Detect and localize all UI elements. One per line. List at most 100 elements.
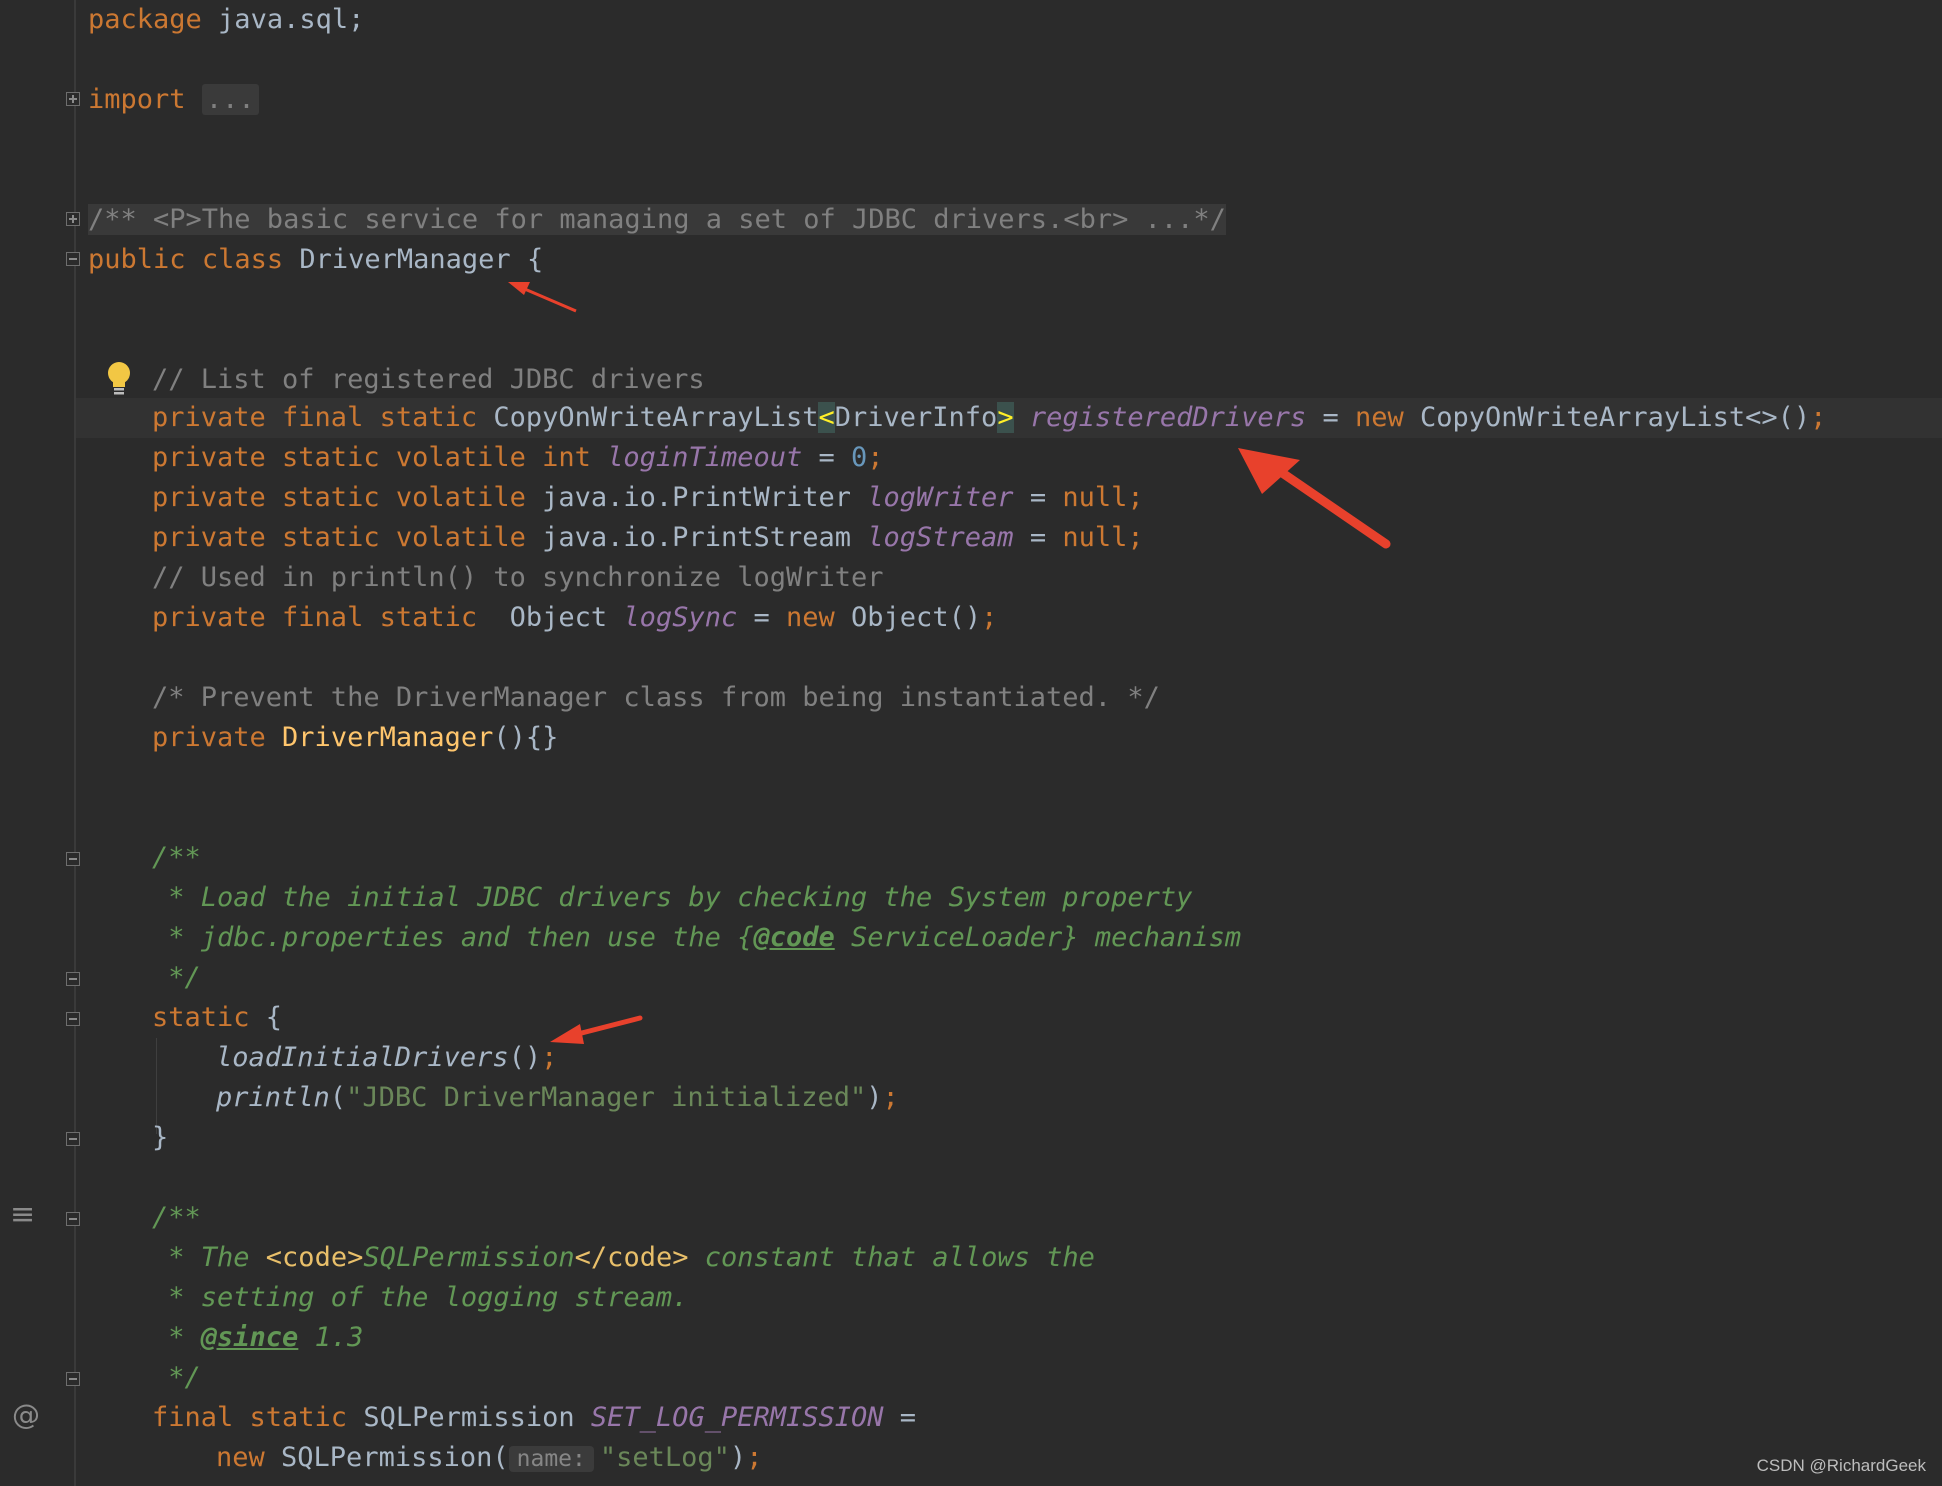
keyword: private final static [152, 602, 510, 633]
code-line-comment[interactable]: /* Prevent the DriverManager class from … [152, 678, 1160, 718]
keyword: private static volatile [152, 522, 543, 553]
operator: = [1013, 482, 1063, 513]
null-literal: null [1062, 522, 1128, 553]
javadoc: /** [152, 842, 201, 873]
keyword: private static volatile int [152, 442, 608, 473]
code-line-class-decl[interactable]: public class DriverManager { [88, 240, 543, 280]
keyword: new [1354, 402, 1404, 433]
editor-gutter[interactable] [0, 0, 76, 1486]
comment: // List of registered JDBC drivers [152, 364, 705, 395]
watermark: CSDN @RichardGeek [1756, 1456, 1926, 1475]
string-literal: "JDBC DriverManager initialized" [346, 1082, 867, 1113]
javadoc: ServiceLoader} mechanism [834, 922, 1242, 953]
javadoc: * setting of the logging stream. [152, 1282, 689, 1313]
code-line-login-timeout[interactable]: private static volatile int loginTimeout… [152, 438, 884, 478]
type-name: CopyOnWriteArrayList [493, 402, 819, 433]
keyword: package [88, 4, 202, 35]
keyword: new [216, 1442, 265, 1473]
keyword: import [88, 84, 186, 115]
arrow-load-drivers-icon [550, 1015, 643, 1044]
javadoc-html: <code> [265, 1242, 364, 1273]
keyword: static [152, 1002, 250, 1033]
structure-icon[interactable]: ≡ [10, 1200, 35, 1230]
class-name: DriverManager [299, 244, 511, 275]
bracket-match: < [818, 402, 835, 433]
operator: = [737, 602, 786, 633]
fold-expand-icon[interactable] [66, 92, 80, 106]
code-line-load-drivers[interactable]: loadInitialDrivers(); [216, 1038, 557, 1078]
arrow-registered-drivers-icon [1238, 448, 1391, 549]
fold-collapse-icon[interactable] [66, 1012, 80, 1026]
code-line-close-brace[interactable]: } [152, 1118, 168, 1158]
javadoc: */ [152, 1362, 201, 1393]
keyword: final static [152, 1402, 364, 1433]
keyword: new [786, 602, 835, 633]
semicolon: ; [1127, 522, 1144, 553]
code-line-constructor[interactable]: private DriverManager(){} [152, 718, 558, 758]
field-registered-drivers: registeredDrivers [1029, 402, 1307, 433]
type-name: Object [509, 602, 624, 633]
code-editor[interactable]: ≡ @ package java.sql; import ... /** <P>… [0, 0, 1942, 1486]
code-line-registered-drivers[interactable]: private final static CopyOnWriteArrayLis… [152, 398, 1826, 438]
lightbulb-icon[interactable] [104, 360, 134, 396]
code-line-javadoc[interactable]: * jdbc.properties and then use the {@cod… [152, 918, 1241, 958]
paren-open: ( [329, 1082, 347, 1113]
method-body: (){} [493, 722, 559, 753]
at-icon[interactable]: @ [12, 1398, 40, 1432]
fold-collapse-icon[interactable] [66, 852, 80, 866]
fold-end-icon[interactable] [66, 1372, 80, 1386]
code-line-comment[interactable]: // Used in println() to synchronize logW… [152, 558, 884, 598]
fold-collapse-icon[interactable] [66, 252, 80, 266]
fold-collapse-icon[interactable] [66, 1212, 80, 1226]
code-line-class-doc[interactable]: /** <P>The basic service for managing a … [88, 200, 1226, 240]
constructor-call: SQLPermission( [264, 1442, 509, 1473]
keyword: private [152, 722, 283, 753]
fold-end-icon[interactable] [66, 972, 80, 986]
folded-class-doc[interactable]: /** <P>The basic service for managing a … [88, 204, 1226, 235]
code-line-log-stream[interactable]: private static volatile java.io.PrintStr… [152, 518, 1144, 558]
fold-end-icon[interactable] [66, 1132, 80, 1146]
code-line-sql-permission-new[interactable]: new SQLPermission(name: "setLog"); [216, 1438, 762, 1478]
javadoc: * Load the initial JDBC drivers by check… [152, 882, 1193, 913]
bracket-match: > [997, 402, 1014, 433]
code-line-javadoc[interactable]: /** [152, 1198, 201, 1238]
code-line-javadoc[interactable]: * The <code>SQLPermission</code> constan… [152, 1238, 1095, 1278]
semicolon: ; [867, 442, 884, 473]
code-line-javadoc[interactable]: * @since 1.3 [152, 1318, 363, 1358]
code-line-javadoc[interactable]: * Load the initial JDBC drivers by check… [152, 878, 1192, 918]
brace: } [152, 1122, 169, 1153]
semicolon: ; [1810, 402, 1827, 433]
code-line-javadoc[interactable]: */ [152, 958, 201, 998]
semicolon: ; [981, 602, 998, 633]
code-line-static-block[interactable]: static { [152, 998, 282, 1038]
method-call: println [216, 1082, 330, 1113]
code-line-log-writer[interactable]: private static volatile java.io.PrintWri… [152, 478, 1144, 518]
generic-type: DriverInfo [834, 402, 998, 433]
javadoc: /** [152, 1202, 201, 1233]
code-line-comment[interactable]: // List of registered JDBC drivers [152, 360, 705, 400]
code-line-javadoc[interactable]: /** [152, 838, 201, 878]
javadoc: * jdbc.properties and then use the { [152, 922, 754, 953]
code-line-javadoc[interactable]: */ [152, 1358, 201, 1398]
code-line-javadoc[interactable]: * setting of the logging stream. [152, 1278, 688, 1318]
javadoc-tag: @since [200, 1322, 299, 1353]
operator: = [883, 1402, 917, 1433]
number-literal: 0 [851, 442, 868, 473]
type-name: SQLPermission [363, 1402, 591, 1433]
semicolon: ; [1127, 482, 1144, 513]
paren-close: ) [729, 1442, 747, 1473]
method-name: DriverManager [282, 722, 494, 753]
method-call: loadInitialDrivers [216, 1042, 509, 1073]
code-line-set-log-permission[interactable]: final static SQLPermission SET_LOG_PERMI… [152, 1398, 916, 1438]
constructor-call: CopyOnWriteArrayList<>() [1403, 402, 1811, 433]
field-login-timeout: loginTimeout [607, 442, 803, 473]
string-literal: "setLog" [599, 1442, 730, 1473]
code-line-package[interactable]: package java.sql; [88, 0, 364, 40]
javadoc-html: </code> [574, 1242, 689, 1273]
package-name: java.sql; [201, 4, 365, 35]
fold-expand-icon[interactable] [66, 212, 80, 226]
code-line-println[interactable]: println("JDBC DriverManager initialized"… [216, 1078, 899, 1118]
code-line-import[interactable]: import ... [88, 80, 259, 120]
code-line-log-sync[interactable]: private final static Object logSync = ne… [152, 598, 997, 638]
folded-imports[interactable]: ... [201, 84, 259, 115]
